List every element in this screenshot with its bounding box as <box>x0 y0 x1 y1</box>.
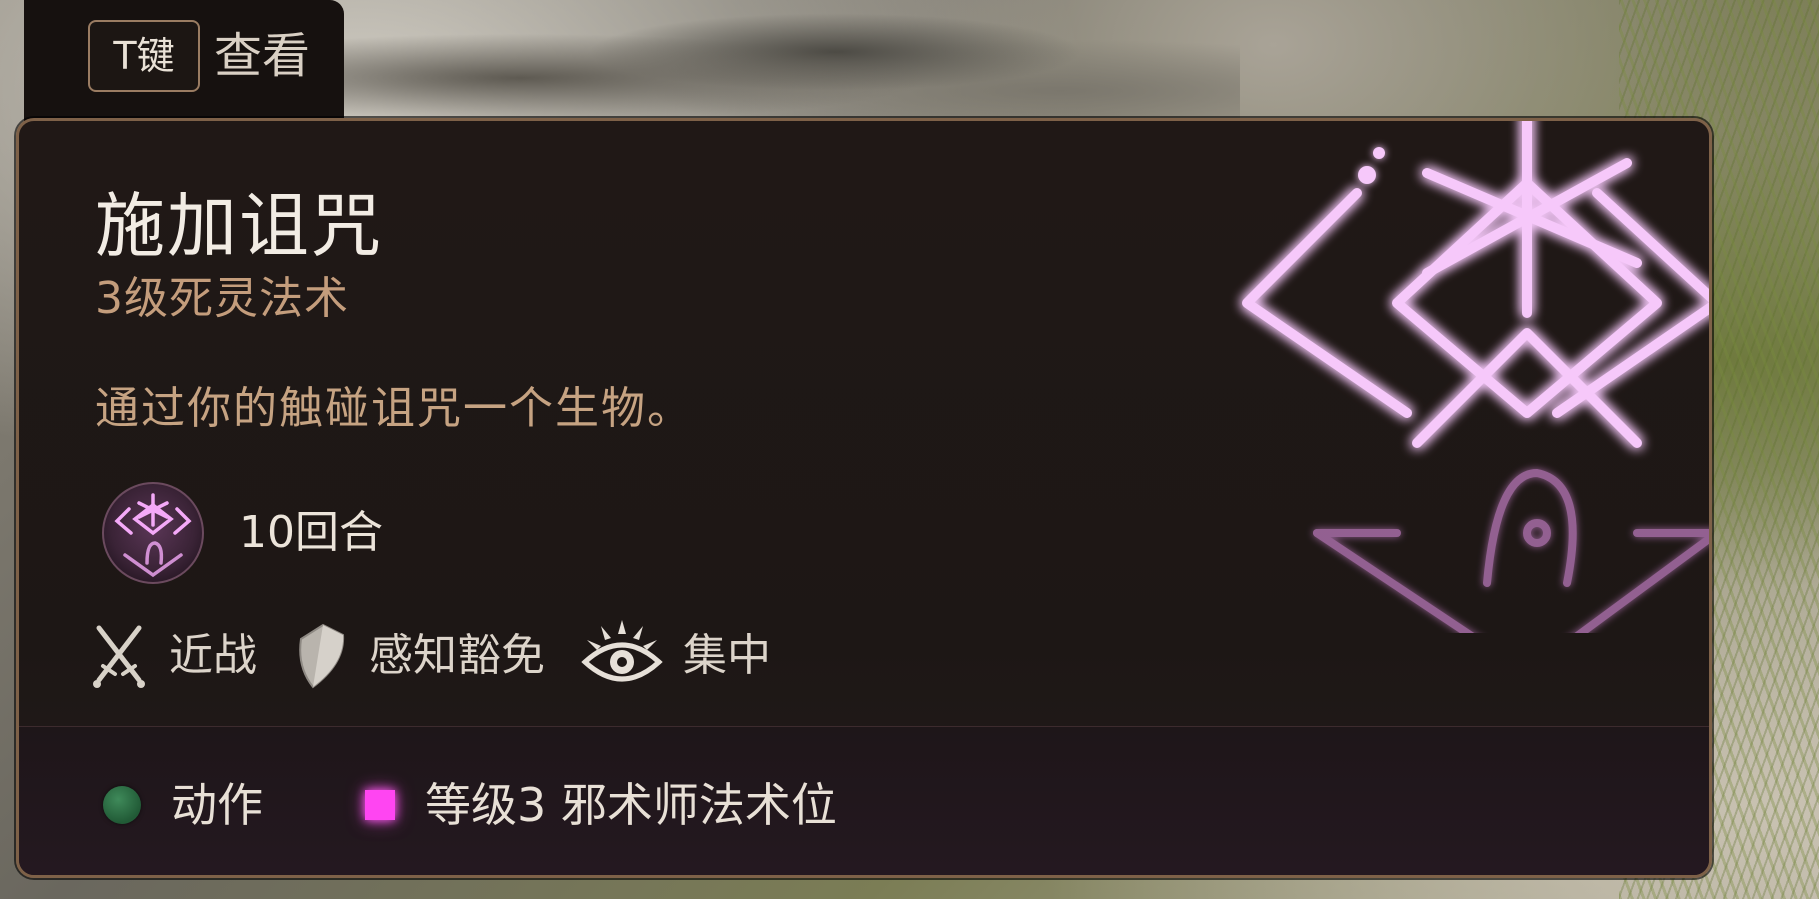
cost-action: 动作 <box>103 773 263 837</box>
spell-title: 施加诅咒 <box>95 185 383 267</box>
spell-duration: 10回合 <box>239 507 383 558</box>
shield-icon <box>299 623 345 689</box>
spell-description: 通过你的触碰诅咒一个生物。 <box>95 383 693 434</box>
keybind-key[interactable]: T键 <box>88 20 200 92</box>
cost-label: 等级3 邪术师法术位 <box>425 778 837 832</box>
spell-tags: 近战 感知豁免 集中 <box>89 611 807 701</box>
keybind-hint: T键 查看 <box>24 0 344 122</box>
tag-concentration: 集中 <box>581 620 771 692</box>
tag-wisdom-save: 感知豁免 <box>293 621 545 691</box>
keybind-action-label: 查看 <box>214 28 311 84</box>
concentration-eye-icon <box>581 620 663 682</box>
tag-label: 感知豁免 <box>369 630 545 681</box>
spell-level-school: 3级死灵法术 <box>95 273 349 324</box>
crossed-swords-icon <box>93 625 145 688</box>
cost-spell-slot: 等级3 邪术师法术位 <box>363 773 837 837</box>
curse-sigil-icon <box>102 482 204 584</box>
spell-slot-square-icon <box>365 790 395 820</box>
tag-label: 集中 <box>683 630 771 681</box>
cost-label: 动作 <box>171 778 263 832</box>
tag-label: 近战 <box>169 630 257 681</box>
curse-sigil-icon <box>1242 121 1709 633</box>
tag-melee: 近战 <box>89 620 257 692</box>
spell-tooltip: 施加诅咒 3级死灵法术 通过你的触碰诅咒一个生物。 10回合 近战 感知豁免 集… <box>16 118 1712 878</box>
background-rocks <box>340 0 1240 130</box>
cost-bar: 动作 等级3 邪术师法术位 <box>19 726 1709 875</box>
action-dot-icon <box>103 786 141 824</box>
